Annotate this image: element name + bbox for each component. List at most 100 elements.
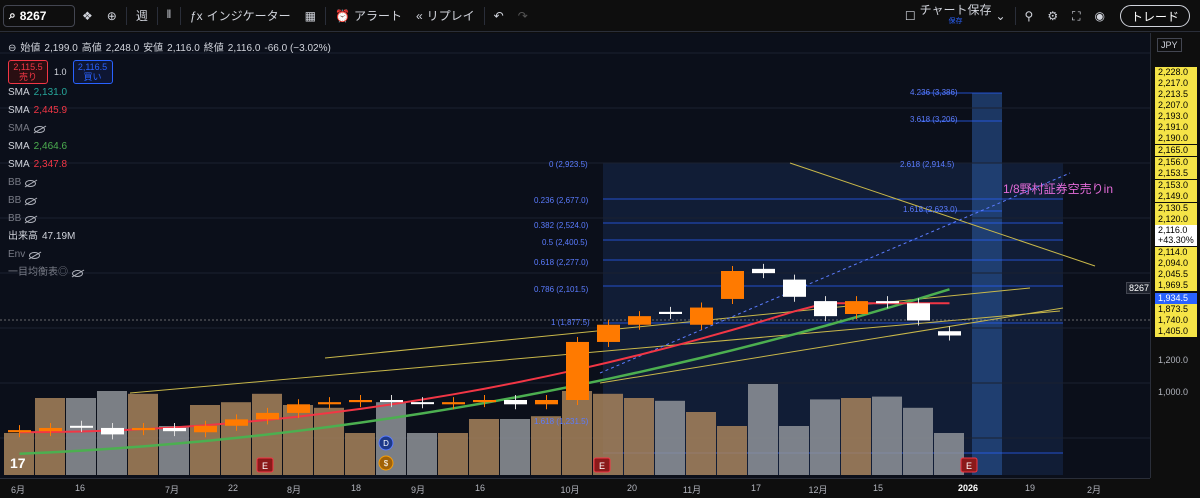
quick-search-icon[interactable]: ⚲ [1018,0,1041,32]
time-axis-label: 18 [350,483,362,493]
compare-icon[interactable]: ❖ [75,0,100,32]
fib-level-label: 0.618 (2,277.0) [534,258,589,267]
fib-level-label: 4.236 (3,386) [910,88,958,97]
fib-level-label: 0 (2,923.5) [549,160,588,169]
time-axis-label: 17 [750,483,762,493]
indicator-row[interactable]: BB [8,210,331,228]
time-axis-label: 6月 [10,485,26,495]
volume-bar [779,426,809,475]
search-icon: ⌕ [9,8,16,22]
candle-body [101,427,124,435]
add-symbol-icon[interactable]: ⊕ [100,0,124,32]
volume-bar [66,398,96,475]
fullscreen-icon[interactable]: ⛶ [1065,0,1087,32]
price-axis-label: 2,213.5 [1155,89,1197,100]
open-label: 始値 [20,43,41,54]
volume-bar [748,384,778,475]
divider [156,6,158,25]
volume-bar [872,396,902,475]
candle-body [535,400,558,405]
price-axis-label: 1,969.5 [1155,280,1197,291]
buy-price: 2,116.5 [77,62,108,72]
candle-type-icon[interactable]: 𝍪 [160,0,178,32]
ohlc-row: ⊖ 始値 2,199.0 高値 2,248.0 安値 2,116.0 終値 2,116.… [8,40,331,58]
indicator-row[interactable]: SMA 2,445.9 [8,102,331,120]
indicator-row[interactable]: 出来高 47.19M [8,228,331,246]
time-axis-label: 12月 [808,485,828,495]
price-axis-label: 2,217.0 [1155,78,1197,89]
candle-body [225,419,248,426]
fib-level-label: 1.618 (2,623.0) [903,205,958,214]
undo-icon[interactable]: ↶ [487,0,511,32]
volume-bar [903,407,933,475]
time-axis-label: 8月 [286,485,302,495]
alert-button[interactable]: ⏰ アラート [328,0,409,32]
eye-off-icon[interactable] [72,269,83,277]
redo-icon[interactable]: ↷ [511,0,535,32]
price-axis-label: 2,190.0 [1155,133,1197,144]
close-label: 終値 [203,43,224,54]
volume-bar [500,419,530,475]
eye-off-icon[interactable] [25,179,37,187]
indicator-row[interactable]: SMA 2,131.0 [8,84,331,102]
sell-price: 2,115.5 [13,62,43,72]
eye-off-icon[interactable] [29,251,41,259]
time-axis-label: 7月 [164,485,180,495]
camera-icon[interactable]: ◉ [1088,0,1112,32]
indicators-button[interactable]: ƒx インジケーター [183,0,298,32]
tradingview-logo[interactable]: 17 [10,455,26,471]
fib-level-label: 0.5 (2,400.5) [542,238,588,247]
time-axis[interactable]: 6月 16 7月 22 8月 18 9月 16 10月 20 11月 17 12月 15 2026 19 2月 [0,478,1150,498]
layout-icon[interactable]: ▦ [298,0,323,32]
eye-off-icon[interactable] [33,125,45,133]
eye-off-icon[interactable] [25,215,37,223]
indicator-row[interactable]: SMA [8,120,331,138]
sell-button[interactable]: 2,115.5 売り [8,60,48,84]
symbol-search[interactable]: ⌕ 8267 [3,4,75,27]
time-axis-label: 11月 [682,485,702,495]
indicator-row[interactable]: SMA 2,347.8 [8,156,331,174]
candle-body [132,427,155,431]
price-axis-label: 2,156.0 [1155,157,1197,168]
alert-icon: ⏰ [334,8,350,23]
price-axis-label: 2,228.0 [1155,67,1197,78]
save-button[interactable]: ☐ チャート保存 保存 ⌄ [898,0,1013,32]
annotation-text[interactable]: 1/8野村証券空売りin [1003,180,1113,197]
eye-off-icon[interactable] [25,197,37,205]
interval-button[interactable]: 週 [129,0,155,32]
settings-icon[interactable]: ⚙ [1040,0,1065,32]
candle-body [70,425,93,428]
indicator-row[interactable]: SMA 2,464.6 [8,138,331,156]
order-buttons: 2,115.5 売り 1.0 2,116.5 買い [8,60,331,84]
trade-button[interactable]: トレード [1119,5,1190,27]
indicator-name: BB [8,213,22,224]
earnings-letter: E [262,461,268,471]
save-label: チャート保存 [919,3,992,17]
buy-label: 買い [83,72,102,82]
indicator-row[interactable]: BB [8,192,331,210]
price-axis-label: 2,149.0 [1155,191,1197,202]
time-axis-label: 15 [872,483,884,493]
indicators-label: インジケーター [206,9,291,23]
buy-button[interactable]: 2,116.5 買い [72,60,113,84]
symbol-text: 8267 [19,8,47,23]
current-symbol-label: 8267 [1126,282,1153,294]
price-axis-label: 2,207.0 [1155,100,1197,111]
fib-level-label: 0.786 (2,101.5) [534,285,589,294]
candle-body [39,427,62,432]
price-axis[interactable]: JPY 2,228.0 2,217.0 2,213.5 2,207.0 2,193.0 2… [1150,33,1200,478]
price-axis-label: 2,120.0 [1155,214,1197,225]
time-axis-label: 10月 [560,485,580,495]
replay-button[interactable]: «リプレイ [409,0,482,32]
volume-bar [841,398,871,475]
high-value: 2,248.0 [105,43,140,54]
indicator-row[interactable]: 一目均衡表◎ [8,264,331,282]
indicator-name: BB [8,177,22,188]
price-axis-label: 2,045.5 [1155,269,1197,280]
candle-body [287,404,310,413]
time-axis-label: 20 [626,483,638,493]
indicator-row[interactable]: Env [8,246,331,264]
indicator-row[interactable]: BB [8,174,331,192]
currency-selector[interactable]: JPY [1157,38,1182,52]
collapse-icon[interactable]: ⊖ [8,43,16,55]
